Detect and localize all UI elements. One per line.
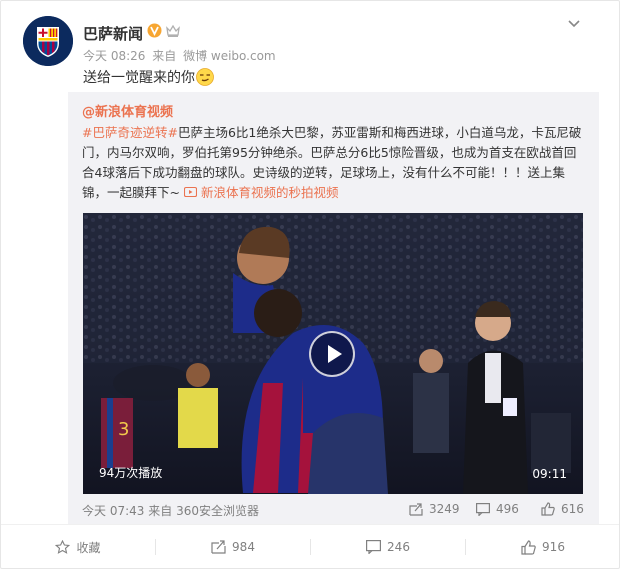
smirk-emoji-icon xyxy=(196,68,214,86)
repost-source[interactable]: 360安全浏览器 xyxy=(176,504,259,518)
repost-like-button[interactable]: 616 xyxy=(541,502,584,516)
post-via-label: 来自 xyxy=(152,49,177,63)
post-source[interactable]: 微博 weibo.com xyxy=(183,49,276,63)
barca-crest-icon xyxy=(23,16,73,66)
action-bar: 收藏 984 246 916 xyxy=(1,524,619,569)
reposted-weibo: @新浪体育视频 #巴萨奇迹逆转#巴萨主场6比1绝杀大巴黎，苏亚雷斯和梅西进球，小… xyxy=(68,92,599,524)
hashtag-link[interactable]: #巴萨奇迹逆转# xyxy=(82,125,178,140)
favorite-button[interactable]: 收藏 xyxy=(1,525,155,569)
repost-via-label: 来自 xyxy=(148,504,173,518)
like-button[interactable]: 916 xyxy=(466,525,620,569)
star-icon xyxy=(55,540,71,554)
play-button[interactable] xyxy=(309,331,355,377)
comment-icon xyxy=(366,540,382,554)
repost-count: 984 xyxy=(232,540,255,554)
video-link[interactable]: 新浪体育视频的秒拍视频 xyxy=(183,185,339,200)
repost-button[interactable]: 984 xyxy=(156,525,310,569)
post-text: 送给一觉醒来的你 xyxy=(83,67,214,87)
like-count: 916 xyxy=(542,540,565,554)
svg-text:3: 3 xyxy=(118,419,129,440)
post-text-content: 送给一觉醒来的你 xyxy=(83,70,195,86)
repost-text: #巴萨奇迹逆转#巴萨主场6比1绝杀大巴黎，苏亚雷斯和梅西进球，小白道乌龙，卡瓦尼… xyxy=(82,123,587,203)
repost-comment-count: 496 xyxy=(496,502,519,516)
repost-meta: 今天 07:43 来自 360安全浏览器 xyxy=(82,502,259,519)
forward-icon xyxy=(211,540,226,554)
repost-time[interactable]: 今天 07:43 xyxy=(82,504,144,518)
comment-count: 246 xyxy=(387,540,410,554)
video-duration: 09:11 xyxy=(532,467,567,481)
comment-button[interactable]: 246 xyxy=(311,525,465,569)
post-meta: 今天 08:26 来自 微博 weibo.com xyxy=(83,47,279,64)
play-count: 94万次播放 xyxy=(99,466,163,480)
video-player[interactable]: 3 94万次播放 09:11 xyxy=(83,213,583,494)
weibo-card: 巴萨新闻 今天 08:26 来自 微博 weibo.com 送给一觉醒来的你 @… xyxy=(0,0,620,569)
author-name[interactable]: 巴萨新闻 xyxy=(83,23,143,44)
forward-icon xyxy=(409,503,423,516)
repost-author[interactable]: @新浪体育视频 xyxy=(82,101,173,120)
favorite-label: 收藏 xyxy=(76,540,101,555)
video-link-icon xyxy=(183,186,198,198)
verified-icon xyxy=(147,23,162,38)
chevron-down-icon[interactable] xyxy=(565,15,583,33)
member-crown-icon[interactable] xyxy=(165,23,181,38)
comment-icon xyxy=(476,503,491,517)
avatar[interactable] xyxy=(23,16,73,66)
repost-comment-button[interactable]: 496 xyxy=(476,502,519,517)
repost-like-count: 616 xyxy=(561,502,584,516)
post-time[interactable]: 今天 08:26 xyxy=(83,49,145,63)
repost-forward-count: 3249 xyxy=(429,502,460,516)
repost-forward-button[interactable]: 3249 xyxy=(409,502,460,516)
video-link-label: 新浪体育视频的秒拍视频 xyxy=(200,185,339,200)
thumbs-up-icon xyxy=(541,502,555,516)
thumbs-up-icon xyxy=(521,539,536,555)
